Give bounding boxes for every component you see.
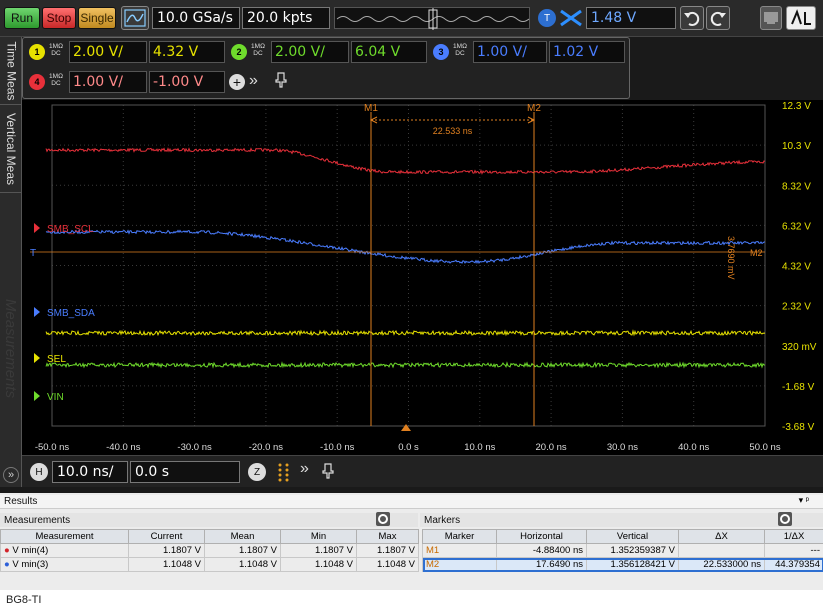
y-tick-label: 10.3 V bbox=[782, 141, 811, 152]
timebase-field[interactable]: 10.0 ns/ bbox=[52, 461, 128, 483]
meas-header-max[interactable]: Max bbox=[356, 529, 419, 544]
delta-x-readout: 22.533 ns bbox=[433, 126, 473, 136]
marker-vertical: 1.356128421 V bbox=[586, 557, 679, 572]
delay-field[interactable]: 0.0 s bbox=[130, 461, 240, 483]
x-tick-label: -50.0 ns bbox=[35, 442, 70, 453]
x-tick-label: 10.0 ns bbox=[464, 442, 495, 453]
marker-horizontal: 17.6490 ns bbox=[496, 557, 587, 572]
marker-header-horizontal[interactable]: Horizontal bbox=[496, 529, 587, 544]
trace-label: SMB_SCL bbox=[47, 224, 94, 235]
marker-vertical: 1.352359387 V bbox=[586, 543, 679, 558]
marker-inverse-delta-x: 44.379354 bbox=[764, 557, 823, 572]
marker-inverse-delta-x: --- bbox=[764, 543, 823, 558]
marker-header-marker[interactable]: Marker bbox=[422, 529, 497, 544]
delta-y-readout: 3.7690 mV bbox=[726, 236, 736, 280]
meas-name: V min(4) bbox=[12, 545, 49, 556]
horizontal-controls: H 10.0 ns/ 0.0 s Z » bbox=[22, 455, 823, 487]
x-tick-label: 20.0 ns bbox=[536, 442, 567, 453]
x-tick-label: 0.0 s bbox=[398, 442, 419, 453]
marker-name: M2 bbox=[422, 557, 497, 572]
meas-min: 1.1048 V bbox=[280, 557, 357, 572]
measurements-title: Measurements bbox=[0, 513, 418, 527]
meas-header-mean[interactable]: Mean bbox=[204, 529, 281, 544]
trace-label: SMB_SDA bbox=[47, 308, 95, 319]
y-tick-label: 6.32 V bbox=[782, 221, 811, 232]
markers-table: Marker Horizontal Vertical ΔX 1/ΔX M1 -4… bbox=[422, 529, 823, 572]
y-tick-label: 2.32 V bbox=[782, 302, 811, 313]
expand-horizontal-icon[interactable]: » bbox=[300, 460, 309, 478]
x-tick-label: 40.0 ns bbox=[678, 442, 709, 453]
x-tick-label: -30.0 ns bbox=[177, 442, 212, 453]
horizontal-badge[interactable]: H bbox=[30, 463, 48, 481]
marker-m2-right-label: M2 bbox=[750, 248, 763, 258]
y-tick-label: -1.68 V bbox=[782, 382, 815, 393]
meas-header-measurement[interactable]: Measurement bbox=[0, 529, 129, 544]
y-tick-label: 320 mV bbox=[782, 342, 817, 353]
x-tick-label: -10.0 ns bbox=[320, 442, 355, 453]
trace-label: VIN bbox=[47, 392, 64, 403]
results-menu-icon[interactable]: ▾ ᵖ bbox=[799, 495, 809, 506]
marker-header-inverse-delta-x[interactable]: 1/ΔX bbox=[764, 529, 823, 544]
x-tick-label: -40.0 ns bbox=[106, 442, 141, 453]
zoom-icon[interactable]: Z bbox=[248, 463, 266, 481]
meas-mean: 1.1807 V bbox=[204, 543, 281, 558]
figure-caption: BG8-TI bbox=[6, 594, 42, 606]
pin-horizontal-icon[interactable] bbox=[322, 463, 334, 482]
results-panel: Results ▾ ᵖ Measurements Markers Measure… bbox=[0, 493, 823, 590]
channel-3-dot-icon: ● bbox=[4, 559, 10, 570]
meas-current: 1.1048 V bbox=[128, 557, 205, 572]
marker-m2-label: M2 bbox=[527, 103, 541, 114]
trigger-level-marker: T bbox=[30, 248, 36, 259]
meas-name: V min(3) bbox=[12, 559, 49, 570]
marker-header-delta-x[interactable]: ΔX bbox=[678, 529, 765, 544]
meas-max: 1.1807 V bbox=[356, 543, 419, 558]
marker-name: M1 bbox=[422, 543, 497, 558]
markers-settings-icon[interactable] bbox=[778, 512, 792, 526]
marker-m1-label: M1 bbox=[364, 103, 378, 114]
grip-icon[interactable] bbox=[274, 461, 294, 483]
marker-delta-x: 22.533000 ns bbox=[678, 557, 765, 572]
table-row[interactable]: ● V min(4) 1.1807 V 1.1807 V 1.1807 V 1.… bbox=[0, 543, 419, 558]
y-tick-label: 8.32 V bbox=[782, 181, 811, 192]
meas-min: 1.1807 V bbox=[280, 543, 357, 558]
meas-max: 1.1048 V bbox=[356, 557, 419, 572]
trace-label: SEL bbox=[47, 354, 66, 365]
table-row[interactable]: M1 -4.88400 ns 1.352359387 V --- bbox=[422, 543, 823, 558]
y-tick-label: -3.68 V bbox=[782, 422, 815, 433]
y-tick-label: 4.32 V bbox=[782, 262, 811, 273]
x-tick-label: -20.0 ns bbox=[249, 442, 284, 453]
measurements-settings-icon[interactable] bbox=[376, 512, 390, 526]
expand-panel-icon[interactable]: » bbox=[3, 467, 19, 483]
table-row[interactable]: M2 17.6490 ns 1.356128421 V 22.533000 ns… bbox=[422, 557, 823, 572]
meas-header-min[interactable]: Min bbox=[280, 529, 357, 544]
table-row[interactable]: ● V min(3) 1.1048 V 1.1048 V 1.1048 V 1.… bbox=[0, 557, 419, 572]
meas-mean: 1.1048 V bbox=[204, 557, 281, 572]
meas-current: 1.1807 V bbox=[128, 543, 205, 558]
markers-title: Markers bbox=[420, 513, 823, 527]
x-tick-label: 30.0 ns bbox=[607, 442, 638, 453]
marker-delta-x bbox=[678, 543, 765, 558]
meas-header-current[interactable]: Current bbox=[128, 529, 205, 544]
marker-header-vertical[interactable]: Vertical bbox=[586, 529, 679, 544]
waveform-display[interactable]: 12.3 V 10.3 V 8.32 V 6.32 V 4.32 V 2.32 V 320 … bbox=[0, 0, 823, 455]
measurements-table: Measurement Current Mean Min Max ● V min… bbox=[0, 529, 419, 572]
x-tick-label: 50.0 ns bbox=[749, 442, 780, 453]
channel-4-dot-icon: ● bbox=[4, 545, 10, 556]
marker-horizontal: -4.88400 ns bbox=[496, 543, 587, 558]
y-tick-label: 12.3 V bbox=[782, 101, 811, 112]
results-title: Results bbox=[0, 495, 823, 509]
